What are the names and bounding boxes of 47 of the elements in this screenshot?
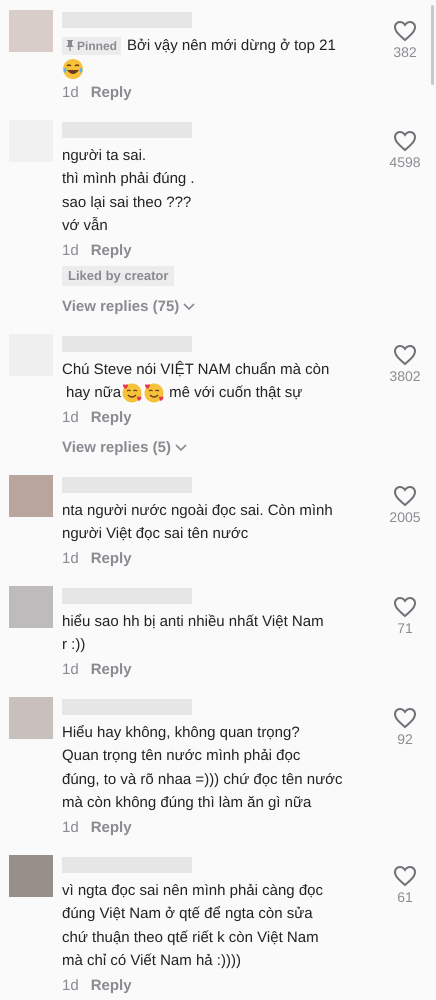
pinned-badge: Pinned [62,36,122,55]
comment-text: Hiểu hay không, không quan trọng? Quan trọng tên nước mình phải đọc đúng, to và rõ nhaa =))) chứ đọc tên nước mà còn không đúng thì làm ăn gì nữa [62,722,342,813]
reply-button[interactable]: Reply [90,816,132,838]
reply-button[interactable]: Reply [90,974,132,996]
comment-text: người ta sai. thì mình phải đúng . sao lại sai theo ??? vớ vẫn [62,146,195,236]
comment-text: hiểu sao hh bị anti nhiều nhất Việt Nam r :)) [62,612,324,655]
smiling-hearts-emoji-icon [143,382,166,404]
comment-text: vì ngta đọc sai nên mình phải càng đọc đúng Việt Nam ở qtế để ngta còn sửa chứ thuận theo qtế riết k còn Việt Nam mà chỉ có Viết Nam hả :)))) [62,880,324,971]
comment-text: hay nữa [66,383,122,403]
like-count: 2005 [389,508,421,526]
chevron-down-icon [174,444,187,452]
heart-icon[interactable] [393,596,417,618]
like-count: 3802 [389,366,421,386]
comment-time: 1d [62,548,79,568]
reply-button[interactable]: Reply [90,658,132,680]
like-count: 71 [397,618,413,638]
like-count: 382 [393,43,417,62]
like-count: 92 [397,730,413,748]
heart-icon[interactable] [393,864,417,886]
smiling-hearts-emoji-icon [121,382,144,404]
comment-text: Bởi vậy nên mới dừng ở top 21 [127,36,336,56]
comment-time: 1d [62,660,79,680]
like-count: 61 [397,888,413,906]
heart-icon[interactable] [393,344,417,366]
view-replies-button[interactable]: View replies (5) [62,436,187,458]
like-count: 4598 [389,152,421,172]
reply-button[interactable]: Reply [90,406,132,428]
comment-text: nta người nước ngoài đọc sai. Còn mình người Việt đọc sai tên nước [62,500,333,544]
chevron-down-icon [183,302,196,310]
reply-button[interactable]: Reply [90,82,132,104]
heart-icon[interactable] [393,130,417,152]
reply-button[interactable]: Reply [90,548,132,570]
comment-time: 1d [62,408,79,428]
heart-icon[interactable] [393,20,417,42]
reply-button[interactable]: Reply [90,240,132,262]
comment-text: Chú Steve nói VIỆT NAM chuẩn mà còn [62,360,330,380]
comment-time: 1d [62,82,79,102]
comment-time: 1d [62,818,79,838]
view-replies-button[interactable]: View replies (75) [62,296,196,318]
heart-icon[interactable] [393,706,417,728]
liked-by-creator-badge: Liked by creator [62,266,174,286]
comment-text: mê với cuốn thật sự [169,383,302,403]
comment-time: 1d [62,240,79,260]
comment-time: 1d [62,976,79,996]
heart-icon[interactable] [393,484,417,506]
laughing-emoji-icon [62,58,84,80]
pin-icon [66,40,74,52]
